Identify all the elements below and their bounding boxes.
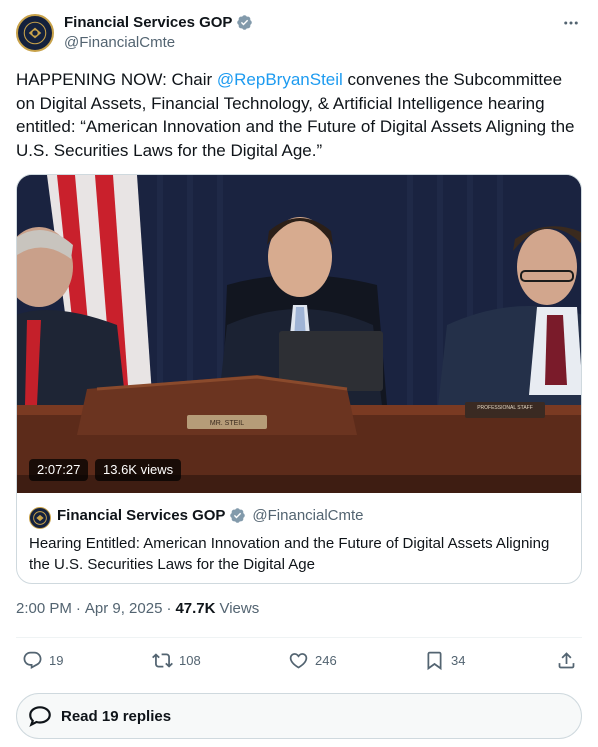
- read-replies-label: Read 19 replies: [61, 707, 172, 725]
- bookmark-count: 34: [451, 653, 466, 668]
- nameplate-right: PROFESSIONAL STAFF: [477, 405, 533, 411]
- video-player[interactable]: MR. STEIL PROFESSIONAL STAFF 2:07:27 13.…: [17, 175, 581, 493]
- like-button[interactable]: 246: [288, 650, 337, 671]
- meta-separator: ·: [75, 600, 81, 617]
- like-count: 246: [315, 653, 337, 668]
- author-avatar[interactable]: [16, 14, 54, 52]
- mention-link[interactable]: @RepBryanSteil: [217, 70, 343, 89]
- quoted-author-handle: @FinancialCmte: [252, 507, 364, 524]
- verified-badge-icon: [237, 15, 253, 30]
- tweet-date[interactable]: Apr 9, 2025: [85, 600, 163, 617]
- video-thumbnail: MR. STEIL PROFESSIONAL STAFF: [17, 175, 581, 493]
- action-bar: 19 108 246 34: [16, 640, 582, 684]
- bookmark-button[interactable]: 34: [424, 650, 465, 671]
- repost-icon: [152, 653, 173, 668]
- repost-count: 108: [179, 653, 201, 668]
- seal-logo-icon: [30, 508, 50, 528]
- views-label: Views: [219, 600, 260, 617]
- tweet-text-before: HAPPENING NOW: Chair: [16, 70, 217, 89]
- reply-count: 19: [49, 653, 64, 668]
- share-button[interactable]: [556, 650, 577, 671]
- tweet-meta: 2:00 PM · Apr 9, 2025 · 47.7K Views: [16, 600, 259, 617]
- quoted-avatar: [29, 507, 51, 529]
- tweet-text: HAPPENING NOW: Chair @RepBryanSteil conv…: [16, 68, 582, 162]
- quoted-source[interactable]: Financial Services GOP @FinancialCmte He…: [17, 493, 581, 583]
- media-card[interactable]: MR. STEIL PROFESSIONAL STAFF 2:07:27 13.…: [16, 174, 582, 584]
- verified-badge-icon: [230, 508, 246, 523]
- more-button[interactable]: [560, 12, 582, 34]
- quoted-author-name: Financial Services GOP: [57, 507, 226, 524]
- reply-button[interactable]: 19: [22, 650, 63, 671]
- author-handle[interactable]: @FinancialCmte: [64, 34, 175, 51]
- like-icon: [289, 653, 308, 669]
- read-replies-button[interactable]: Read 19 replies: [16, 693, 582, 739]
- bookmark-icon: [427, 651, 442, 671]
- more-icon: [564, 21, 578, 25]
- repost-button[interactable]: 108: [152, 650, 201, 671]
- divider: [16, 637, 582, 638]
- views-count: 47.7K: [175, 600, 216, 617]
- tweet-time[interactable]: 2:00 PM: [16, 600, 72, 617]
- speech-bubble-icon: [29, 706, 51, 727]
- meta-separator: ·: [166, 600, 172, 617]
- video-duration: 2:07:27: [29, 459, 89, 481]
- seal-logo-icon: [19, 17, 51, 49]
- nameplate-center: MR. STEIL: [210, 420, 244, 427]
- share-icon: [558, 652, 575, 669]
- tweet-header: Financial Services GOP @FinancialCmte: [16, 12, 582, 52]
- reply-icon: [23, 651, 42, 669]
- quoted-text: Hearing Entitled: American Innovation an…: [29, 535, 550, 573]
- video-views: 13.6K views: [95, 459, 182, 481]
- author-name[interactable]: Financial Services GOP: [64, 14, 232, 31]
